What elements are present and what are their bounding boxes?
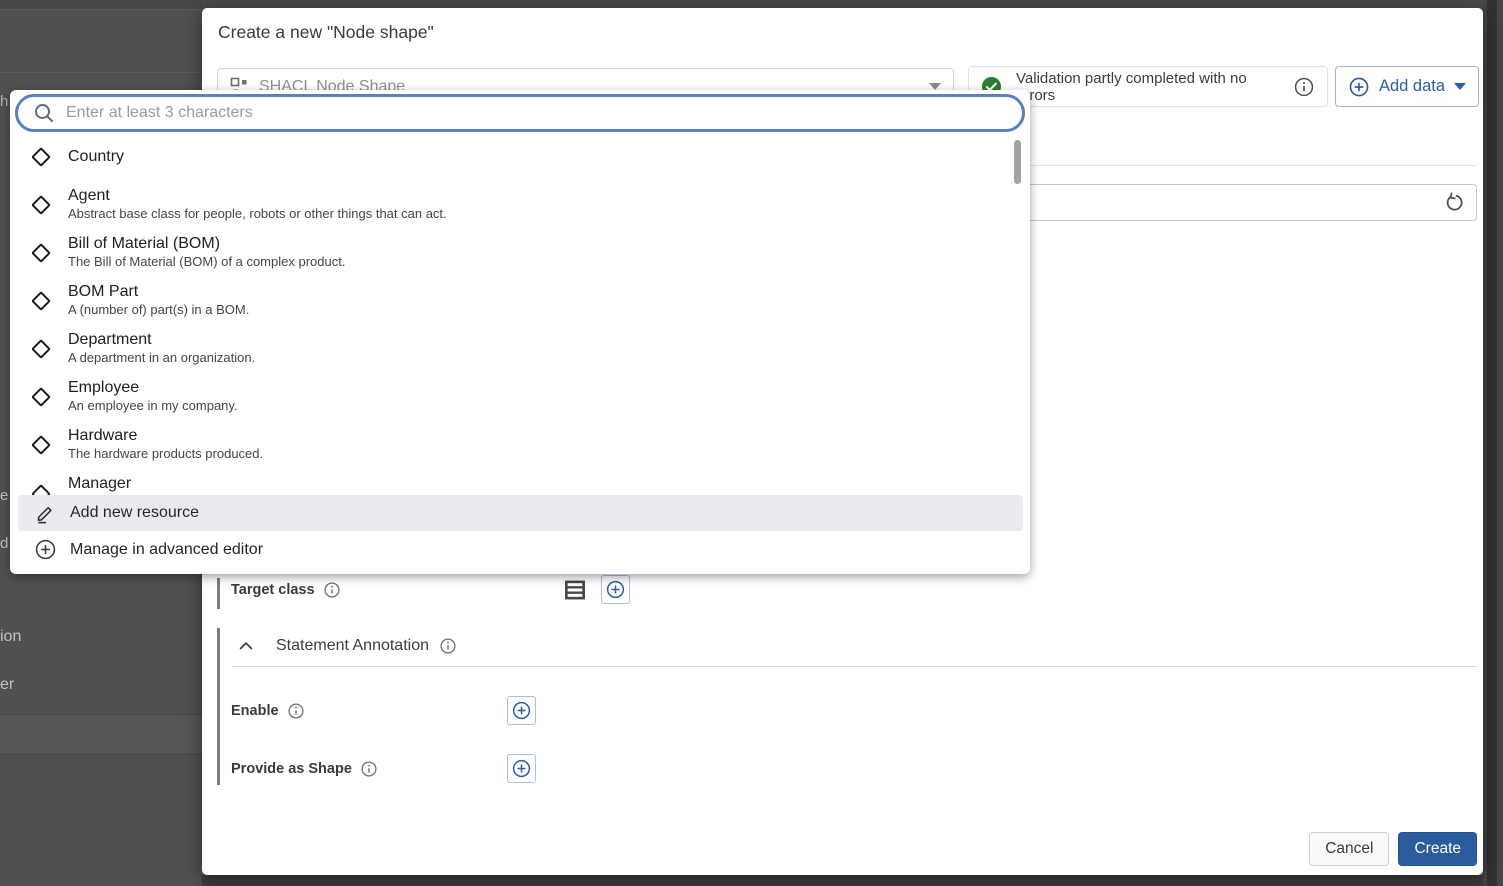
info-icon[interactable]: [439, 637, 457, 655]
class-diamond-icon: [24, 380, 58, 414]
info-icon[interactable]: [1293, 76, 1315, 98]
class-label: Country: [68, 148, 124, 166]
add-new-resource-item[interactable]: Add new resource: [18, 495, 1023, 531]
enable-label: Enable: [231, 703, 279, 719]
list-item-employee[interactable]: EmployeeAn employee in my company.: [10, 373, 1018, 421]
target-class-row: Target class: [231, 575, 751, 604]
dimmed-background-right: [1483, 0, 1503, 886]
class-label: BOM Part: [68, 283, 249, 301]
info-icon[interactable]: [360, 760, 378, 778]
statement-annotation-header: Statement Annotation: [236, 634, 736, 658]
info-icon[interactable]: [323, 581, 341, 599]
class-diamond-icon: [24, 140, 58, 174]
class-description: A department in an organization.: [68, 350, 255, 367]
class-description: A (number of) part(s) in a BOM.: [68, 302, 249, 319]
list-item-bom-part[interactable]: BOM PartA (number of) part(s) in a BOM.: [10, 277, 1018, 325]
partial-text: ion: [0, 628, 21, 646]
backdrop-row-band: [0, 714, 202, 755]
section-indicator-bar: [217, 628, 220, 785]
list-view-icon[interactable]: [562, 577, 588, 603]
backdrop-top-band: [0, 0, 202, 10]
add-data-button[interactable]: Add data: [1335, 66, 1479, 107]
class-search-box[interactable]: [15, 94, 1025, 132]
dropdown-actions: Add new resource Manage in advanced edit…: [10, 495, 1030, 568]
list-item-manager[interactable]: Manager: [10, 469, 1018, 495]
partial-text: er: [0, 676, 14, 694]
list-item-country[interactable]: Country: [10, 133, 1018, 181]
class-diamond-icon: [24, 428, 58, 462]
manage-advanced-editor-label: Manage in advanced editor: [70, 541, 263, 559]
list-item-bill-of-material[interactable]: Bill of Material (BOM)The Bill of Materi…: [10, 229, 1018, 277]
background-scrollbar: [1487, 0, 1497, 886]
search-icon: [32, 101, 56, 125]
edit-pencil-icon: [34, 502, 58, 525]
class-description: The Bill of Material (BOM) of a complex …: [68, 254, 345, 271]
validation-status-text: Validation partly completed with no erro…: [1016, 70, 1279, 104]
manage-advanced-editor-item[interactable]: Manage in advanced editor: [10, 531, 1030, 568]
class-label: Hardware: [68, 427, 263, 445]
target-class-label: Target class: [231, 582, 315, 598]
dialog-footer: Cancel Create: [1309, 832, 1477, 866]
add-enable-button[interactable]: [507, 696, 536, 725]
class-description: An employee in my company.: [68, 398, 238, 415]
list-item-agent[interactable]: AgentAbstract base class for people, rob…: [10, 181, 1018, 229]
statement-annotation-label: Statement Annotation: [276, 637, 429, 655]
list-item-hardware[interactable]: HardwareThe hardware products produced.: [10, 421, 1018, 469]
backdrop-divider: [0, 72, 202, 73]
field-indicator-bar: [217, 578, 220, 609]
class-label: Employee: [68, 379, 238, 397]
partial-text: h: [0, 93, 8, 110]
dimmed-background-bottom: [202, 875, 1483, 886]
add-data-label: Add data: [1379, 77, 1445, 96]
info-icon[interactable]: [287, 702, 305, 720]
class-label: Bill of Material (BOM): [68, 235, 345, 253]
create-button[interactable]: Create: [1398, 832, 1477, 866]
class-description: The hardware products produced.: [68, 446, 263, 463]
chevron-down-icon: [1454, 83, 1466, 90]
dialog-title: Create a new "Node shape": [218, 22, 434, 43]
class-diamond-icon: [24, 332, 58, 366]
add-target-class-button[interactable]: [601, 575, 630, 604]
class-result-list: Country AgentAbstract base class for peo…: [10, 133, 1018, 495]
plus-circle-icon: [34, 538, 58, 561]
provide-as-shape-label: Provide as Shape: [231, 761, 352, 777]
class-diamond-icon: [24, 188, 58, 222]
class-search-dropdown: Country AgentAbstract base class for peo…: [10, 90, 1030, 574]
chevron-up-icon[interactable]: [236, 636, 256, 656]
class-diamond-icon: [24, 477, 58, 495]
class-diamond-icon: [24, 236, 58, 270]
chevron-down-icon: [929, 83, 941, 90]
partial-text: d: [0, 535, 8, 552]
class-label: Manager: [68, 475, 131, 493]
search-input[interactable]: [66, 104, 1008, 122]
cancel-button[interactable]: Cancel: [1309, 832, 1389, 866]
add-provide-as-shape-button[interactable]: [507, 754, 536, 783]
reload-icon[interactable]: [1442, 191, 1466, 215]
partial-text: e: [0, 487, 8, 504]
class-description: Abstract base class for people, robots o…: [68, 206, 447, 223]
class-diamond-icon: [24, 284, 58, 318]
class-label: Agent: [68, 187, 447, 205]
list-item-department[interactable]: DepartmentA department in an organizatio…: [10, 325, 1018, 373]
class-label: Department: [68, 331, 255, 349]
enable-row: Enable: [231, 696, 751, 725]
provide-as-shape-row: Provide as Shape: [231, 754, 751, 783]
section-divider: [232, 666, 1477, 667]
dropdown-scrollbar[interactable]: [1014, 140, 1021, 184]
add-new-resource-label: Add new resource: [70, 504, 199, 522]
